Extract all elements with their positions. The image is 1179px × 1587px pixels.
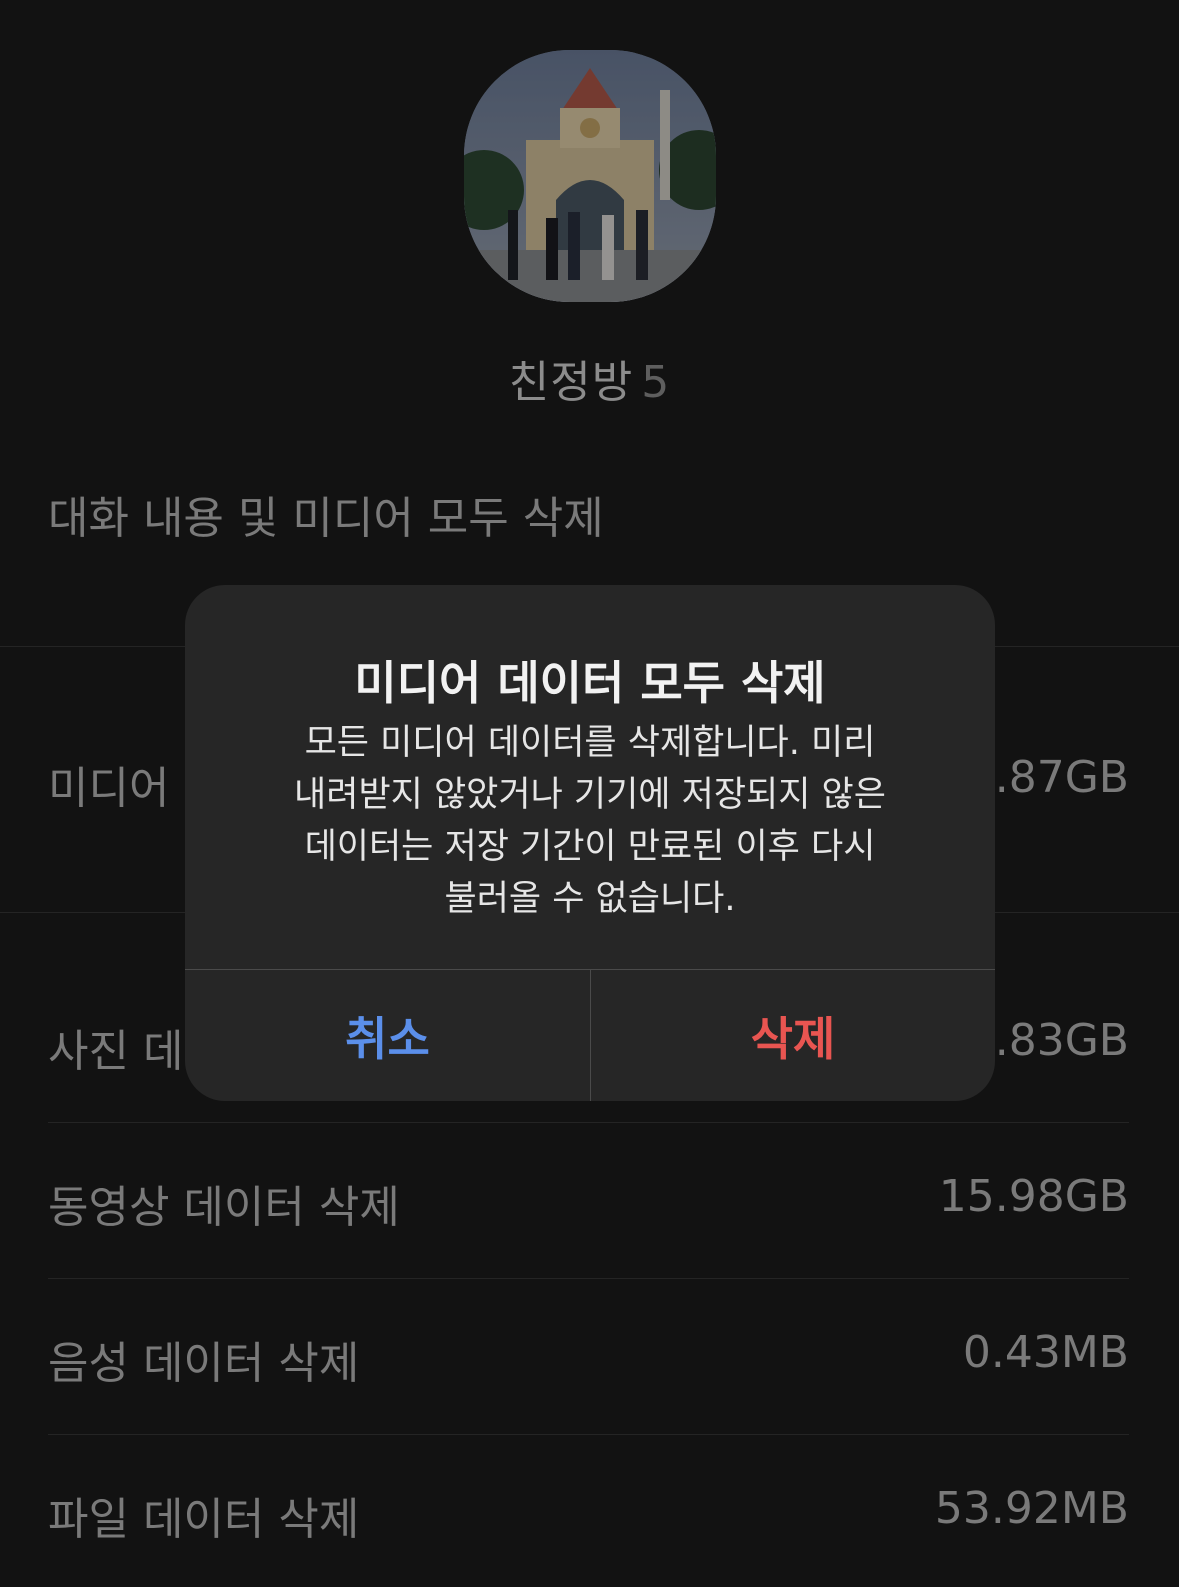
delete-all-media-label[interactable]: 미디어	[48, 752, 169, 816]
delete-voice-data-label[interactable]: 음성 데이터 삭제	[48, 1327, 359, 1391]
delete-media-alert-dialog: 미디어 데이터 모두 삭제 모든 미디어 데이터를 삭제합니다. 미리 내려받지…	[185, 585, 995, 1101]
chatroom-profile-image	[464, 50, 716, 302]
video-data-size: 15.98GB	[938, 1171, 1129, 1222]
member-count: 5	[641, 357, 671, 408]
alert-message-line: 모든 미디어 데이터를 삭제합니다. 미리	[304, 723, 876, 763]
media-total-size: .87GB	[994, 752, 1129, 803]
cancel-button[interactable]: 취소	[185, 970, 590, 1101]
row-divider	[48, 1434, 1129, 1435]
delete-all-chat-and-media[interactable]: 대화 내용 및 미디어 모두 삭제	[48, 482, 604, 546]
row-divider	[48, 1278, 1129, 1279]
chatroom-name: 친정방	[508, 357, 634, 408]
storage-management-screen: 친정방 5 대화 내용 및 미디어 모두 삭제 미디어 .87GB 사진 데 .8…	[0, 0, 1179, 1587]
alert-message-line: 데이터는 저장 기간이 만료된 이후 다시	[304, 827, 876, 867]
delete-file-data-label[interactable]: 파일 데이터 삭제	[48, 1483, 359, 1547]
photo-data-size: .83GB	[994, 1015, 1129, 1066]
voice-data-size: 0.43MB	[962, 1327, 1129, 1378]
alert-message-line: 불러올 수 없습니다.	[444, 879, 736, 919]
alert-message-line: 내려받지 않았거나 기기에 저장되지 않은	[294, 775, 886, 815]
alert-title: 미디어 데이터 모두 삭제	[354, 656, 826, 710]
row-divider	[48, 1122, 1129, 1123]
delete-button[interactable]: 삭제	[591, 970, 995, 1101]
delete-video-data-label[interactable]: 동영상 데이터 삭제	[48, 1171, 400, 1235]
delete-photo-data-label[interactable]: 사진 데	[48, 1015, 183, 1079]
chatroom-title: 친정방 5	[0, 346, 1179, 410]
file-data-size: 53.92MB	[934, 1483, 1129, 1534]
alert-message: 모든 미디어 데이터를 삭제합니다. 미리 내려받지 않았거나 기기에 저장되지…	[245, 717, 935, 925]
